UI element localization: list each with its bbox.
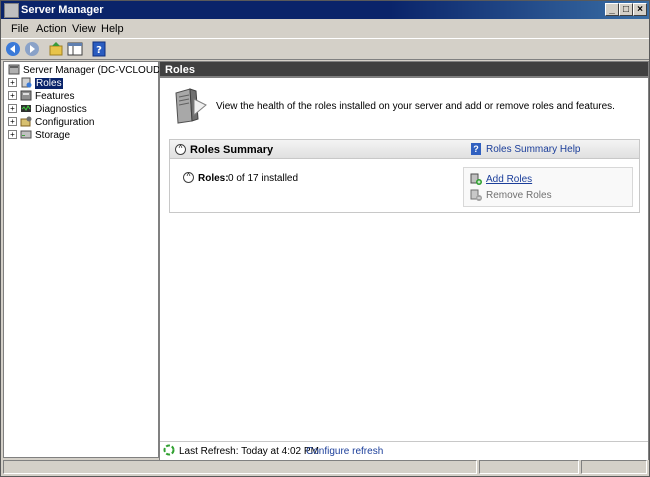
status-bar [3,460,647,475]
help-icon[interactable]: ? [91,41,107,57]
forward-arrow-icon[interactable] [24,41,40,57]
add-roles-icon [470,173,482,185]
roles-actions: Add Roles Remove Roles [463,167,633,207]
remove-roles-link[interactable]: Remove Roles [486,190,552,201]
remove-roles-icon [470,189,482,201]
tree-item-label: Storage [35,130,71,141]
tree-root[interactable]: Server Manager (DC-VCLOUD) [8,64,164,77]
refresh-icon [163,444,175,456]
maximize-button[interactable]: □ [619,3,633,16]
intro-text: View the health of the roles installed o… [216,101,615,112]
roles-label: Roles: [198,173,229,184]
storage-icon [20,130,32,139]
roles-summary-title: Roles Summary [190,144,274,156]
roles-icon [21,77,32,88]
expand-icon[interactable]: + [8,78,17,87]
close-button[interactable]: × [633,3,647,16]
tree-item-diagnostics[interactable]: + Diagnostics [8,103,87,116]
collapse-icon[interactable]: ^ [183,172,194,183]
svg-text:?: ? [96,45,102,56]
menu-help[interactable]: Help [101,23,124,35]
tree-item-storage[interactable]: + Storage [8,129,70,142]
status-pane-3 [581,460,647,474]
expand-icon[interactable]: + [8,91,17,100]
expand-icon[interactable]: + [8,104,17,113]
menu-file[interactable]: File [11,23,29,35]
help-book-icon: ? [471,143,481,155]
menu-action[interactable]: Action [36,23,67,35]
roles-intro: View the health of the roles installed o… [160,80,648,132]
window-title: Server Manager [21,4,104,16]
status-pane-2 [479,460,579,474]
show-hide-console-tree-icon[interactable] [67,41,83,57]
up-folder-icon[interactable] [48,41,64,57]
back-arrow-icon[interactable] [5,41,21,57]
tree-item-label: Roles [35,78,63,89]
expand-icon[interactable]: + [8,117,17,126]
roles-summary-help-link[interactable]: Roles Summary Help [486,144,580,155]
features-icon [20,90,32,101]
tree-item-roles[interactable]: + Roles [8,77,63,90]
minimize-button[interactable]: _ [605,3,619,16]
content-header: Roles [160,62,648,78]
refresh-status: Last Refresh: Today at 4:02 PM Configure… [160,441,648,460]
server-manager-tree-icon [8,64,20,75]
tree-item-label: Diagnostics [35,104,87,115]
configure-refresh-link[interactable]: Configure refresh [306,446,383,457]
roles-content-pane: Roles View the health of the roles insta… [159,61,649,460]
server-manager-icon [4,3,19,18]
tree-item-configuration[interactable]: + Configuration [8,116,94,129]
server-roles-icon [175,88,207,124]
add-roles-link[interactable]: Add Roles [486,174,532,185]
expand-icon[interactable]: + [8,130,17,139]
menu-view[interactable]: View [72,23,96,35]
tree-item-label: Configuration [35,117,95,128]
menu-bar: File Action View Help [1,20,649,38]
tree-item-label: Features [35,91,75,102]
collapse-icon[interactable]: ^ [175,144,186,155]
roles-installed-count: 0 of 17 installed [228,173,299,184]
status-pane-main [3,460,477,474]
tree-item-features[interactable]: + Features [8,90,74,103]
server-manager-window: Server Manager _ □ × File Action View He… [0,0,650,477]
roles-summary-header: ^ Roles Summary ? Roles Summary Help [170,140,639,159]
configuration-icon [20,116,32,127]
last-refresh-text: Last Refresh: Today at 4:02 PM [179,446,319,457]
console-tree: Server Manager (DC-VCLOUD) + Roles + Featu… [3,61,164,458]
title-bar[interactable]: Server Manager _ □ × [1,1,649,19]
toolbar: ? [1,38,649,60]
diagnostics-icon [21,105,31,112]
tree-root-label: Server Manager (DC-VCLOUD) [23,65,164,76]
roles-summary-section: ^ Roles Summary ? Roles Summary Help ^ R… [169,139,640,213]
